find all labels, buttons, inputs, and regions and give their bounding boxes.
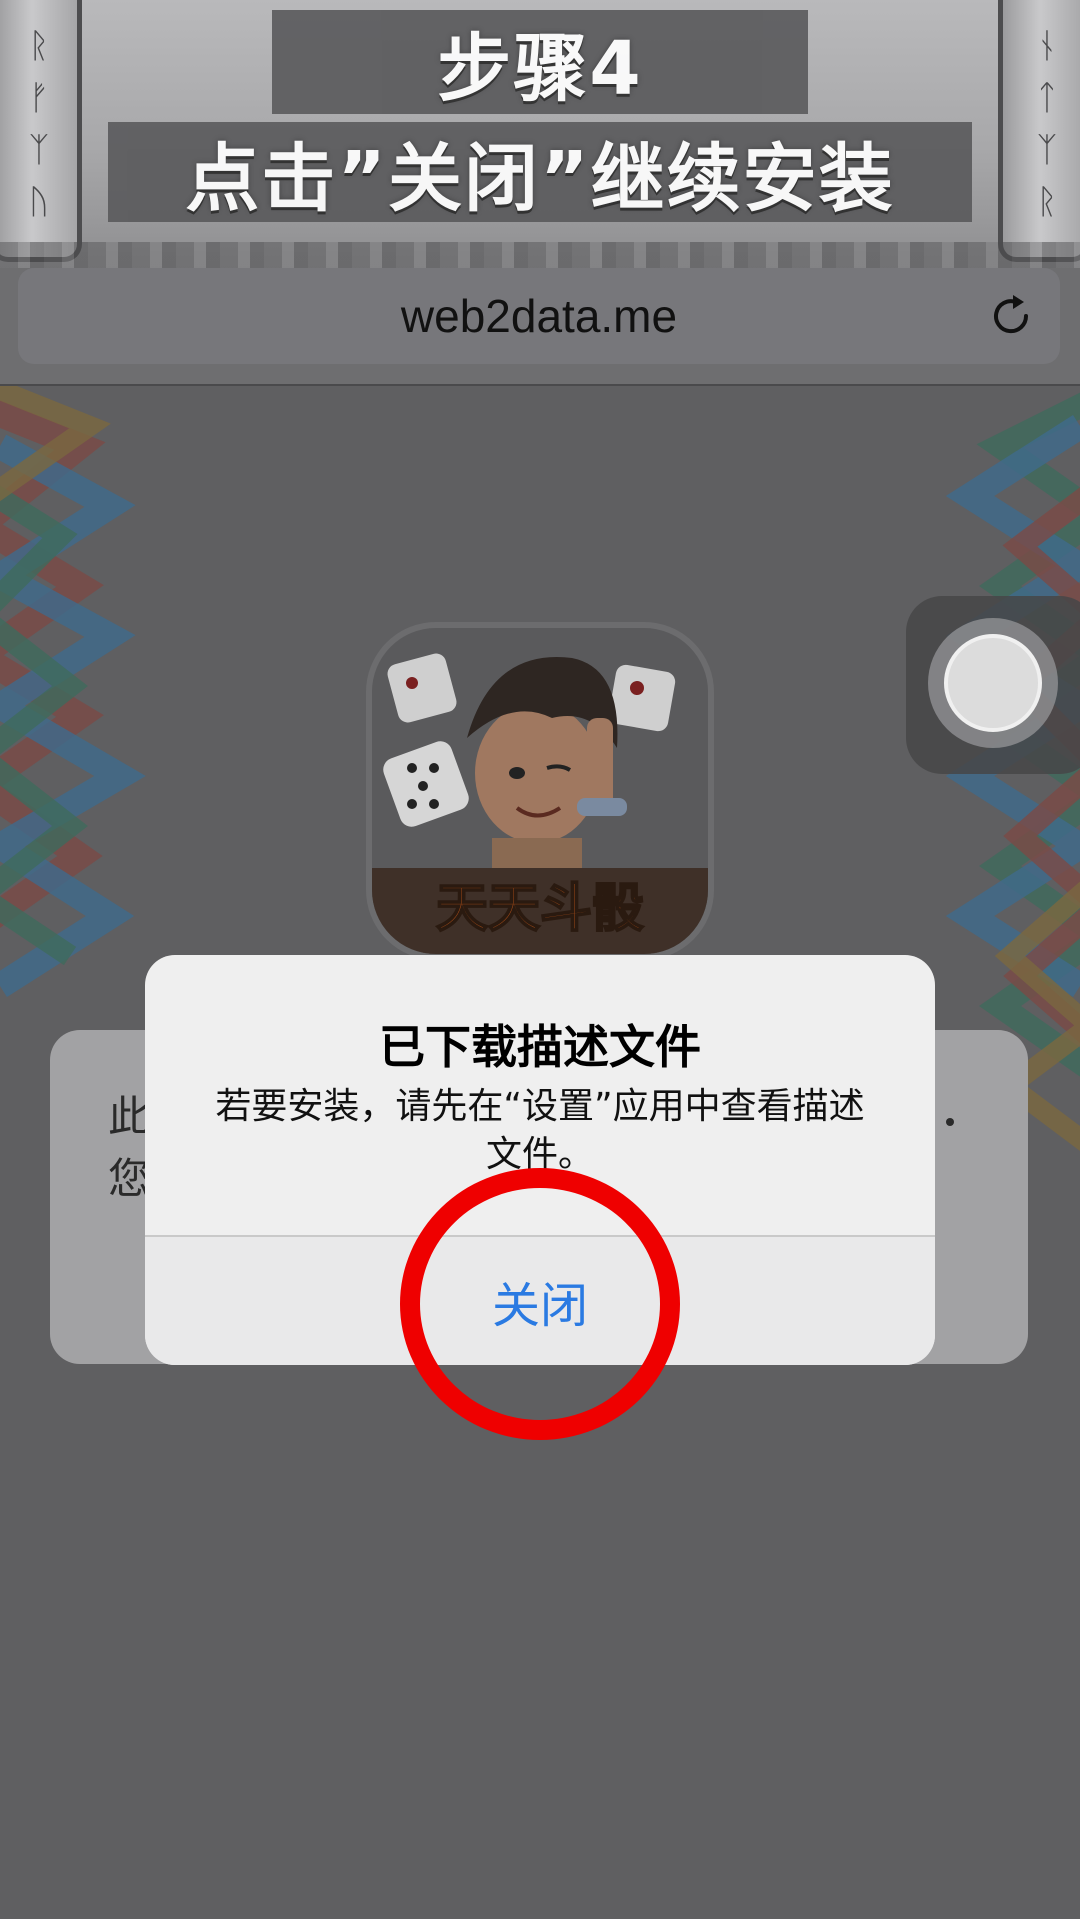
alert-message: 若要安装，请先在“设置”应用中查看描述文件。: [215, 1086, 865, 1175]
alert-title: 已下载描述文件: [379, 1020, 701, 1074]
rune-column-left: ᚱ ᚠ ᛉ ᚢ: [28, 26, 50, 222]
url-text: web2data.me: [400, 290, 678, 342]
game-artwork-icon: 天天斗骰: [372, 628, 708, 954]
assistive-touch-button[interactable]: [906, 596, 1080, 774]
stone-pillar-right: ᚾ ᛏ ᛉ ᚱ: [998, 0, 1080, 262]
svg-text:天天斗骰: 天天斗骰: [436, 879, 644, 939]
assistive-touch-dot: [944, 634, 1042, 732]
stone-edge: [0, 242, 1080, 268]
background-dialog-text: 此 您: [108, 1092, 151, 1203]
profile-downloaded-alert: 已下载描述文件 若要安装，请先在“设置”应用中查看描述文件。 关闭: [145, 955, 935, 1365]
app-icon: 天天斗骰: [366, 622, 714, 960]
step-title-plate: 步骤4: [272, 10, 808, 114]
step-title: 步骤4: [437, 25, 643, 112]
action-title: 点击”关闭”继续安装: [185, 135, 895, 222]
close-button[interactable]: 关闭: [145, 1237, 935, 1365]
rune-column-right: ᚾ ᛏ ᛉ ᚱ: [1036, 26, 1058, 222]
background-dialog-punctuation: [946, 1118, 954, 1126]
stone-pillar-left: ᚱ ᚠ ᛉ ᚢ: [0, 0, 82, 262]
browser-toolbar: web2data.me: [0, 268, 1080, 386]
address-bar[interactable]: web2data.me: [18, 268, 1060, 364]
reload-icon[interactable]: [986, 290, 1036, 340]
action-title-plate: 点击”关闭”继续安装: [108, 122, 972, 222]
tutorial-banner: ᚱ ᚠ ᛉ ᚢ ᚾ ᛏ ᛉ ᚱ 步骤4 点击”关闭”继续安装: [0, 0, 1080, 268]
